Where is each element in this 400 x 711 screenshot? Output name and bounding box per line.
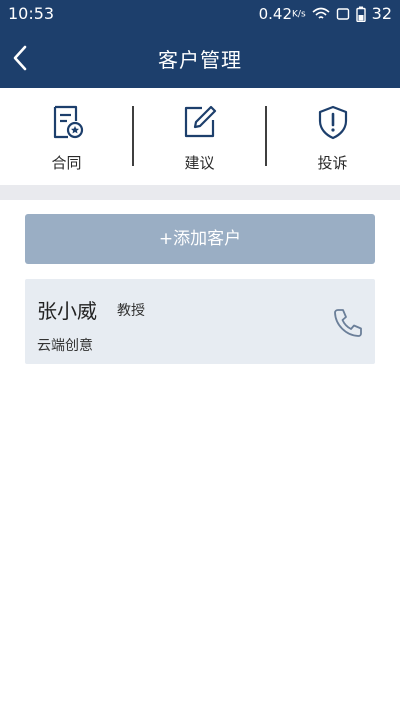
suggestion-label: 建议 — [184, 154, 215, 172]
customer-title: 教授 — [117, 303, 145, 319]
status-right: 0.42K/s 32 — [259, 4, 392, 23]
edit-icon — [184, 105, 216, 138]
toolbar: 合同 建议 投诉 — [0, 88, 400, 185]
contract-document-icon — [53, 105, 83, 139]
add-customer-button[interactable]: +添加客户 — [25, 214, 375, 264]
customer-card[interactable]: 张小威 教授 云端创意 — [25, 279, 375, 364]
status-bar: 10:53 0.42K/s 32 — [0, 0, 400, 28]
network-speed-value: 0.42 — [258, 4, 293, 23]
battery-level: 32 — [371, 4, 392, 23]
customer-company: 云端创意 — [37, 338, 93, 354]
contract-label: 合同 — [51, 154, 82, 172]
toolbar-divider — [132, 106, 134, 166]
status-time: 10:53 — [8, 4, 55, 23]
customer-name: 张小威 — [37, 299, 97, 323]
sim-icon — [336, 7, 349, 20]
app-header: 客户管理 — [0, 28, 400, 88]
phone-icon[interactable] — [331, 306, 365, 340]
wifi-icon — [312, 7, 330, 19]
section-divider — [0, 185, 400, 200]
complaint-button[interactable]: 投诉 — [266, 88, 399, 185]
network-speed-unit: K/s — [292, 9, 306, 19]
network-speed: 0.42K/s — [259, 5, 306, 23]
complaint-label: 投诉 — [317, 154, 348, 172]
toolbar-divider — [265, 106, 267, 166]
contract-button[interactable]: 合同 — [0, 88, 133, 185]
suggestion-button[interactable]: 建议 — [133, 88, 266, 185]
page-title: 客户管理 — [158, 48, 242, 72]
shield-alert-icon — [318, 105, 347, 140]
battery-icon — [355, 6, 366, 22]
